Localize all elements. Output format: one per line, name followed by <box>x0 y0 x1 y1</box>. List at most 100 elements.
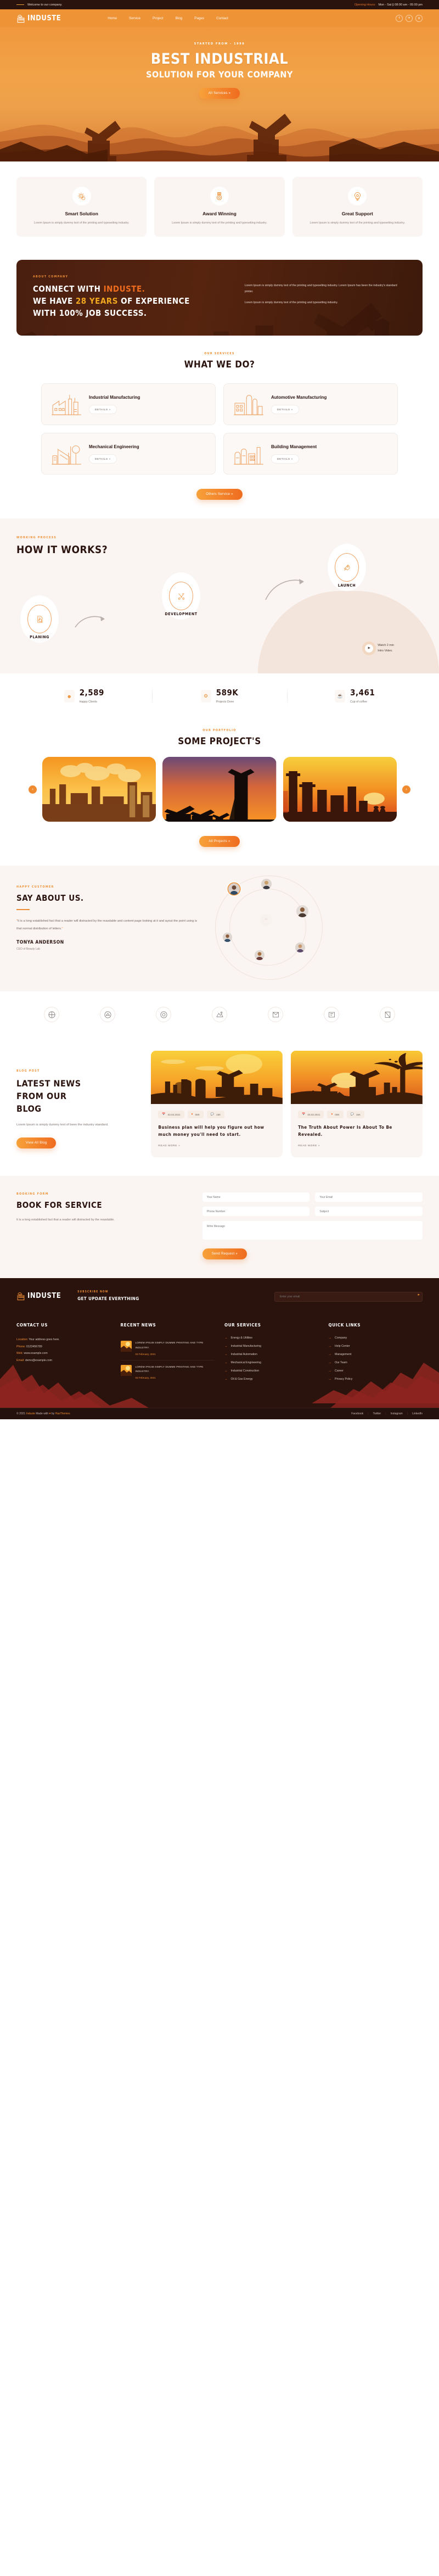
footer-service-item[interactable]: → Industrial Manufacturing <box>224 1345 319 1348</box>
recent-news-item[interactable]: LOREM IPSUM SIMPLY DUMME PRINTING AND TY… <box>120 1361 215 1384</box>
send-icon[interactable]: ▸ <box>418 1292 420 1297</box>
message-field[interactable] <box>202 1221 423 1240</box>
play-icon[interactable]: ▶ <box>365 644 374 653</box>
name-field[interactable] <box>202 1192 310 1202</box>
counter-value: 589K <box>216 688 239 698</box>
nav-item-project[interactable]: Project <box>153 16 164 20</box>
nav-item-service[interactable]: Service <box>129 16 140 20</box>
footer-logo[interactable]: INDUSTE <box>16 1291 61 1301</box>
footer-service-item[interactable]: → Oil & Gas Energy <box>224 1378 319 1381</box>
hero-section: STARTED FROM - 1998 BEST INDUSTRIAL SOLU… <box>0 27 439 161</box>
process-step-planing[interactable]: PLANING <box>16 595 63 643</box>
google-icon[interactable]: g <box>415 14 423 22</box>
brand-logo-3-icon[interactable] <box>156 1007 171 1023</box>
blog-card[interactable]: 📅 03.02.2021 ♥ 08K 💬 15K Business plan will… <box>151 1051 283 1158</box>
arrow-icon: → <box>224 1378 228 1381</box>
subject-field[interactable] <box>315 1207 423 1217</box>
footer-link-instagram[interactable]: Instagram <box>391 1412 403 1415</box>
view-all-blog-button[interactable]: View All Blog <box>16 1138 57 1149</box>
footer-quick-item[interactable]: → Career <box>329 1369 423 1373</box>
contact-value[interactable]: www.example.com <box>24 1352 47 1355</box>
blog-card-title[interactable]: The Truth About Power Is About To Be Rev… <box>298 1124 415 1138</box>
portfolio-slide[interactable] <box>162 757 277 822</box>
blog-card-title[interactable]: Business plan will help you figure out h… <box>158 1124 275 1138</box>
blog-text: Lorem Ipsum is simply dummy text of been… <box>16 1123 109 1127</box>
brand-logo-7-icon[interactable] <box>380 1007 395 1023</box>
separator: | <box>407 1412 408 1416</box>
service-card[interactable]: Mechanical Engineering DETAILS » <box>41 433 216 475</box>
others-service-button[interactable]: Others Service » <box>196 489 243 500</box>
contact-value[interactable]: demo@example.com <box>25 1359 52 1362</box>
portfolio-slide[interactable] <box>42 757 156 822</box>
recent-news-item[interactable]: LOREM IPSUM SIMPLY DUMME PRINTING AND TY… <box>120 1336 215 1361</box>
copyright-author[interactable]: HasThemes <box>55 1412 70 1415</box>
blog-title-l2: FROM OUR <box>16 1091 67 1102</box>
copyright: © 2021 Induste Made with ♥ by HasThemes <box>16 1412 70 1415</box>
service-card[interactable]: Automotive Manufacturing DETAILS » <box>223 383 398 426</box>
feature-card[interactable]: Award Winning Lorem Ipsum is simply dumm… <box>154 177 285 237</box>
nav-item-home[interactable]: Home <box>108 16 117 20</box>
arrow-icon: → <box>328 1369 332 1373</box>
read-more-link[interactable]: READ MORE » <box>298 1144 320 1147</box>
footer-link-twitter[interactable]: Twitter <box>373 1412 381 1415</box>
all-projects-button[interactable]: All Projects » <box>199 836 240 847</box>
counter-item: ☕ 3,461 Cup of coffee <box>287 687 423 706</box>
feature-card[interactable]: Smart Solution Lorem Ipsum is simply dum… <box>16 177 147 237</box>
service-details-button[interactable]: DETAILS » <box>271 454 299 464</box>
blog-card[interactable]: 📅 03.02.2021 ♥ 08K 💬 15K The Truth About Po… <box>291 1051 423 1158</box>
service-card[interactable]: Building Management DETAILS » <box>223 433 398 475</box>
footer-service-item[interactable]: → Energy & Utilities <box>224 1336 319 1340</box>
footer-quick-item[interactable]: → Management <box>329 1353 423 1356</box>
portfolio-slide[interactable] <box>283 757 397 822</box>
slider-prev-button[interactable]: ‹ <box>29 785 37 794</box>
service-details-button[interactable]: DETAILS » <box>271 405 299 415</box>
comment-icon: 💬 <box>350 1113 354 1117</box>
brand-logo-6-icon[interactable] <box>324 1007 339 1023</box>
brand-logo-1-icon[interactable] <box>44 1007 59 1023</box>
dash-icon <box>16 4 24 5</box>
copyright-brand[interactable]: Induste <box>26 1412 35 1415</box>
about-heading: CONNECT WITH INDUSTE. WE HAVE 28 YEARS O… <box>33 283 230 319</box>
hero-content: STARTED FROM - 1998 BEST INDUSTRIAL SOLU… <box>0 27 439 99</box>
twitter-icon[interactable]: ✈ <box>406 14 413 22</box>
nav-item-contact[interactable]: Contact <box>216 16 228 20</box>
counter-label: Cup of coffee <box>350 700 367 704</box>
brand-logo-2-icon[interactable] <box>100 1007 115 1023</box>
footer-service-item[interactable]: → Industrial Automation <box>224 1353 319 1356</box>
feature-card[interactable]: Great Support Lorem Ipsum is simply dumm… <box>292 177 423 237</box>
footer-quick-item[interactable]: → Privacy Policy <box>329 1378 423 1381</box>
logo[interactable]: INDUSTE <box>16 14 61 23</box>
process-step-development[interactable]: DEVELOPMENT <box>158 572 204 620</box>
facebook-icon[interactable]: f <box>396 14 403 22</box>
footer-quick-item[interactable]: → Help Center <box>329 1345 423 1348</box>
read-more-link[interactable]: READ MORE » <box>158 1144 180 1147</box>
hero-cta-button[interactable]: All Services » <box>199 88 240 99</box>
footer-service-item[interactable]: → Mechanical Engineering <box>224 1361 319 1364</box>
footer-quick-item[interactable]: → Our Team <box>329 1361 423 1364</box>
blog-date: 📅 03.02.2021 <box>158 1111 184 1119</box>
footer-service-item[interactable]: → Industrial Construction <box>224 1369 319 1373</box>
medal-icon <box>210 187 229 205</box>
slider-next-button[interactable]: › <box>402 785 410 794</box>
arrow-icon: → <box>328 1378 332 1381</box>
phone-field[interactable] <box>202 1207 310 1217</box>
service-details-button[interactable]: DETAILS » <box>89 405 117 415</box>
separator: | <box>385 1412 386 1416</box>
about-paragraph-2: Lorem Ipsum is simply dummy text of the … <box>244 300 338 304</box>
nav-item-pages[interactable]: Pages <box>194 16 204 20</box>
intro-video[interactable]: ▶ Watch 2 min Intro Video. <box>365 643 394 654</box>
footer-quick-label: Career <box>335 1369 344 1373</box>
blog-meta-row: 📅 03.02.2021 ♥ 08K 💬 15K <box>158 1111 275 1119</box>
service-details-button[interactable]: DETAILS » <box>89 454 117 464</box>
email-field[interactable] <box>315 1192 423 1202</box>
brand-logo-4-icon[interactable] <box>212 1007 227 1023</box>
newsletter-email-input[interactable] <box>274 1292 423 1302</box>
footer-quick-item[interactable]: → Company <box>329 1336 423 1340</box>
footer-link-linkedin[interactable]: LinkedIn <box>412 1412 423 1415</box>
process-step-launch[interactable]: LAUNCH <box>324 544 370 592</box>
footer-link-facebook[interactable]: Facebook <box>351 1412 363 1415</box>
service-card[interactable]: Industrial Manufacturing DETAILS » <box>41 383 216 426</box>
nav-item-blog[interactable]: Blog <box>176 16 183 20</box>
brand-logo-5-icon[interactable] <box>268 1007 283 1023</box>
send-request-button[interactable]: Send Request » <box>202 1248 247 1260</box>
